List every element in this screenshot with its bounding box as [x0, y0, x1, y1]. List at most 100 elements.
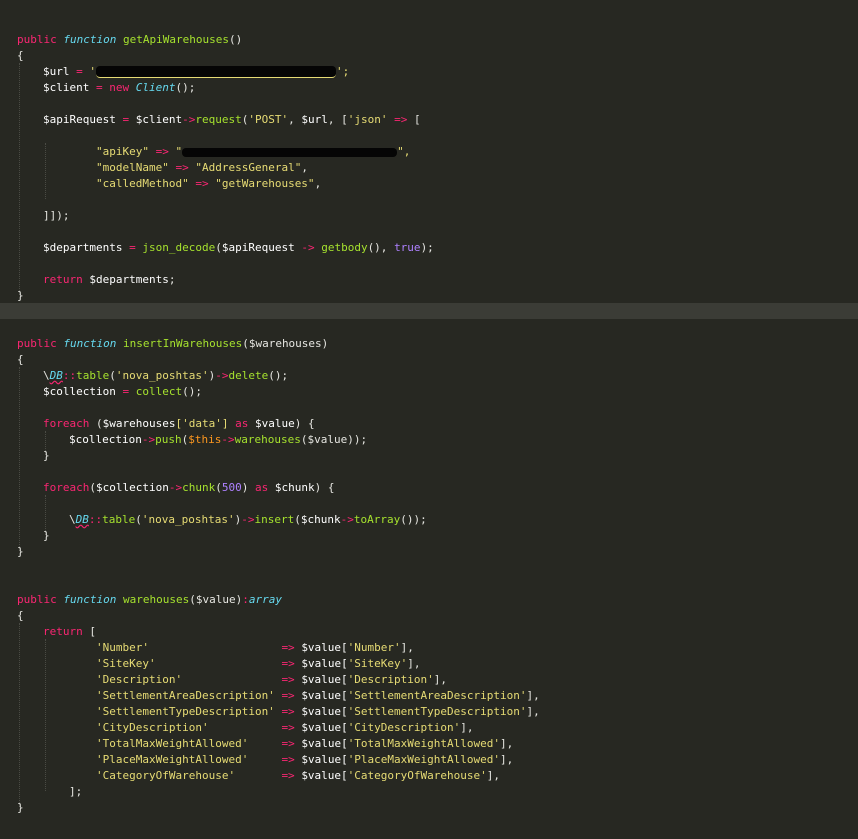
scope-operator: ::	[62, 369, 77, 382]
code-line[interactable]: }	[17, 544, 24, 560]
method-warehouses: warehouses	[234, 433, 301, 446]
method-getbody: getbody	[321, 241, 368, 254]
punct: ();	[182, 385, 202, 398]
var-value: $value[	[301, 737, 348, 750]
array-key: 'CityDescription'	[96, 721, 209, 734]
code-line[interactable]: public function warehouses($value):array	[17, 592, 282, 608]
bool-true: true	[394, 241, 421, 254]
string-apikey: "apiKey"	[96, 145, 149, 158]
indent-guide	[45, 143, 46, 199]
punct: );	[420, 241, 434, 254]
code-line[interactable]: }	[17, 288, 24, 304]
scope-operator: ::	[88, 513, 103, 526]
code-line[interactable]: $client = new Client();	[43, 80, 195, 96]
code-line[interactable]: foreach ($warehouses['data'] as $value) …	[43, 416, 315, 432]
code-line[interactable]: 'SettlementTypeDescription' => $value['S…	[96, 704, 540, 720]
code-line[interactable]: {	[17, 608, 24, 624]
operator: =>	[155, 145, 169, 158]
var-collection: $collection	[69, 433, 142, 446]
function-name: warehouses	[122, 593, 190, 606]
arrow-operator: ->	[182, 113, 196, 126]
code-line[interactable]: $departments = json_decode($apiRequest -…	[43, 240, 434, 256]
code-line[interactable]: return $departments;	[43, 272, 175, 288]
class-client: Client	[135, 81, 176, 94]
code-line[interactable]: 'SiteKey' => $value['SiteKey'],	[96, 656, 421, 672]
code-line[interactable]: $apiRequest = $client->request('POST', $…	[43, 112, 421, 128]
string-modelname: "modelName"	[96, 161, 169, 174]
padding	[248, 737, 281, 750]
code-line[interactable]: \DB::table('nova_poshtas')->delete();	[43, 368, 288, 384]
colon: :	[242, 593, 249, 606]
punct: ]]);	[43, 209, 70, 222]
code-line[interactable]: }	[43, 448, 50, 464]
arrow-operator: =>	[281, 657, 295, 670]
array-index: 'Description'	[347, 673, 434, 686]
code-line[interactable]: $collection->push($this->warehouses($val…	[69, 432, 367, 448]
array-key: 'Number'	[96, 641, 149, 654]
punct: ],	[460, 721, 474, 734]
punct: [	[341, 113, 348, 126]
code-line[interactable]: public function insertInWarehouses($ware…	[17, 336, 328, 352]
punct: ],	[407, 657, 421, 670]
keyword-foreach: foreach	[43, 417, 90, 430]
code-line[interactable]: 'Number' => $value['Number'],	[96, 640, 414, 656]
indent-guide	[45, 639, 46, 791]
var-value: $value[	[301, 673, 348, 686]
punct: (	[109, 369, 116, 382]
keyword-public: public	[17, 337, 57, 350]
method-push: push	[155, 433, 182, 446]
function-collect: collect	[135, 385, 183, 398]
code-line[interactable]: 'TotalMaxWeightAllowed' => $value['Total…	[96, 736, 513, 752]
brace-open: {	[17, 609, 24, 622]
code-line[interactable]: "calledMethod" => "getWarehouses",	[96, 176, 321, 192]
brace-close: }	[43, 529, 50, 542]
var-apirequest: $apiRequest	[221, 241, 295, 254]
array-key: 'SiteKey'	[96, 657, 156, 670]
string-getwarehouses: "getWarehouses"	[215, 177, 315, 190]
arrow-operator: =>	[281, 689, 295, 702]
code-line[interactable]: $url = ' ';	[43, 64, 349, 80]
code-editor[interactable]: public function getApiWarehouses() { $ur…	[0, 0, 858, 839]
code-line[interactable]: \DB::table('nova_poshtas')->insert($chun…	[69, 512, 427, 528]
number-500: 500	[221, 481, 242, 494]
code-line[interactable]: 'Description' => $value['Description'],	[96, 672, 447, 688]
code-line[interactable]: }	[17, 800, 24, 816]
operator: =>	[195, 177, 209, 190]
var-value: $value[	[301, 689, 348, 702]
code-line[interactable]: {	[17, 352, 24, 368]
array-key: 'TotalMaxWeightAllowed'	[96, 737, 249, 750]
keyword-return: return	[43, 625, 83, 638]
var-apirequest: $apiRequest	[43, 113, 116, 126]
keyword-public: public	[17, 33, 57, 46]
code-line[interactable]: foreach($collection->chunk(500) as $chun…	[43, 480, 334, 496]
code-line[interactable]: public function getApiWarehouses()	[17, 32, 242, 48]
code-line[interactable]: $collection = collect();	[43, 384, 202, 400]
arrow-operator: ->	[168, 481, 183, 494]
code-line[interactable]: "apiKey" => " ",	[96, 144, 410, 160]
code-line[interactable]: 'SettlementAreaDescription' => $value['S…	[96, 688, 540, 704]
code-line[interactable]: ];	[69, 784, 82, 800]
var-value: $value[	[301, 753, 348, 766]
var-this: $this	[188, 433, 222, 446]
punct: ());	[400, 513, 427, 526]
keyword-function: function	[63, 593, 117, 606]
punct: (	[215, 241, 222, 254]
code-line[interactable]: 'PlaceMaxWeightAllowed' => $value['Place…	[96, 752, 513, 768]
code-line[interactable]: {	[17, 48, 24, 64]
punct: ];	[69, 785, 83, 798]
code-line[interactable]: ]]);	[43, 208, 70, 224]
arrow-operator: ->	[215, 369, 229, 382]
code-line[interactable]: "modelName" => "AddressGeneral",	[96, 160, 308, 176]
code-line[interactable]: return [	[43, 624, 96, 640]
operator: =>	[175, 161, 189, 174]
code-line[interactable]: 'CategoryOfWarehouse' => $value['Categor…	[96, 768, 500, 784]
var-value: $value[	[301, 705, 348, 718]
punct: ();	[175, 81, 196, 94]
code-line[interactable]: }	[43, 528, 50, 544]
keyword-as: as	[254, 481, 269, 494]
indent-guide	[19, 367, 20, 551]
keyword-new: new	[109, 81, 130, 94]
code-line[interactable]: 'CityDescription' => $value['CityDescrip…	[96, 720, 474, 736]
params: ($value)	[189, 593, 243, 606]
arrow-operator: =>	[281, 641, 295, 654]
